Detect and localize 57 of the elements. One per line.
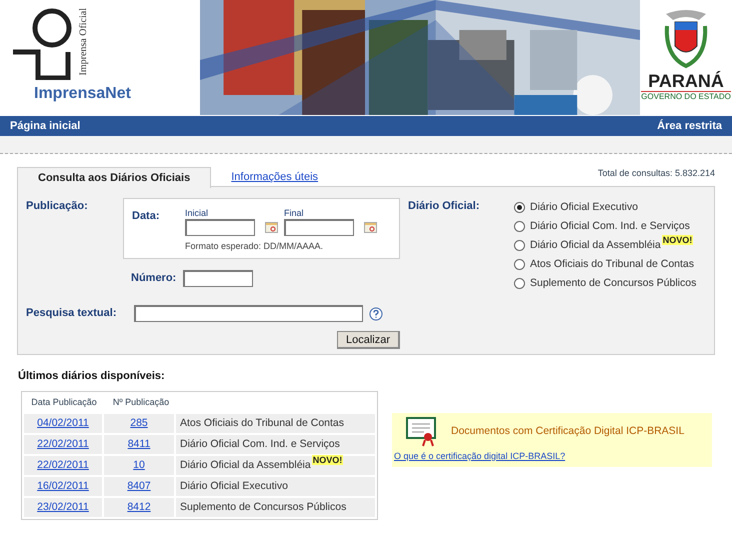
total-count: Total de consultas: 5.832.214 xyxy=(598,167,715,180)
calendar-icon[interactable] xyxy=(265,222,278,234)
end-date-label: Final xyxy=(284,208,305,220)
org-label: Imprensa Oficial xyxy=(77,8,90,76)
certification-title: Documentos com Certificação Digital ICP-BRASIL xyxy=(451,424,684,440)
number-link[interactable]: 285 xyxy=(104,414,174,432)
help-icon[interactable] xyxy=(369,306,383,320)
section-title: Últimos diários disponíveis: xyxy=(18,368,166,384)
column-header: Data Publicação xyxy=(30,396,98,409)
radio-button[interactable] xyxy=(514,240,525,251)
site-name: ImprensaNet xyxy=(34,84,132,104)
date-link[interactable]: 23/02/2011 xyxy=(24,498,102,516)
date-link[interactable]: 16/02/2011 xyxy=(24,476,102,496)
number-link[interactable]: 8407 xyxy=(104,476,174,496)
radio-button[interactable] xyxy=(514,259,525,270)
date-link[interactable]: 04/02/2011 xyxy=(24,414,102,432)
date-link[interactable]: 22/02/2011 xyxy=(24,456,102,474)
start-date-label: Inicial xyxy=(185,208,210,220)
date-link[interactable]: 22/02/2011 xyxy=(24,434,102,454)
radio-button[interactable] xyxy=(514,202,525,213)
state-subtitle: GOVERNO DO ESTADO xyxy=(641,91,731,102)
date-label: Data: xyxy=(132,209,161,224)
gazette-label: Diário Oficial: xyxy=(408,199,481,214)
gazette-title: Diário Oficial Executivo xyxy=(176,476,375,496)
gazette-title: Suplemento de Concursos Públicos xyxy=(176,498,375,516)
restricted-area-link[interactable]: Área restrita xyxy=(657,118,722,134)
start-date-field[interactable] xyxy=(185,219,255,236)
certificate-icon xyxy=(406,417,436,447)
gazette-title: Diário Oficial Com. Ind. e Serviços xyxy=(176,434,375,454)
new-badge: NOVO! xyxy=(662,235,694,245)
option-label: Diário Oficial Com. Ind. e Serviços xyxy=(530,220,690,233)
calendar-icon[interactable] xyxy=(364,222,377,234)
end-date-field[interactable] xyxy=(284,219,354,236)
state-name: PARANÁ xyxy=(648,72,724,90)
certification-link[interactable]: O que é o certificação digital ICP-BRASIL? xyxy=(394,450,710,464)
number-link[interactable]: 8412 xyxy=(104,498,174,516)
publication-label: Publicação: xyxy=(26,199,89,214)
option-label: Atos Oficiais do Tribunal de Contas xyxy=(530,258,694,271)
logo-icon xyxy=(10,8,72,80)
search-button[interactable]: Localizar xyxy=(336,331,400,349)
gazette-title: Diário Oficial da Assembléia $^{NOVO!}$ xyxy=(176,456,375,474)
radio-button[interactable] xyxy=(514,221,525,232)
text-search-label: Pesquisa textual: xyxy=(26,306,118,322)
format-hint: Formato esperado: DD/MM/AAAA. xyxy=(185,240,324,254)
number-field[interactable] xyxy=(183,270,253,287)
text-search-field[interactable] xyxy=(134,305,363,322)
tab[interactable]: Consulta aos Diários Oficiais xyxy=(17,167,212,188)
radio-button[interactable] xyxy=(514,278,525,289)
option-label: Suplemento de Concursos Públicos xyxy=(530,277,696,290)
home-link[interactable]: Página inicial xyxy=(10,118,80,134)
number-link[interactable]: 8411 xyxy=(104,434,174,454)
option-label: Diário Oficial Executivo xyxy=(530,201,638,214)
number-label: Número: xyxy=(131,271,178,286)
new-badge: NOVO! xyxy=(312,454,344,464)
number-link[interactable]: 10 xyxy=(104,456,174,474)
gazette-title: Atos Oficiais do Tribunal de Contas xyxy=(176,414,375,432)
column-header: Nº Publicação xyxy=(112,396,170,409)
